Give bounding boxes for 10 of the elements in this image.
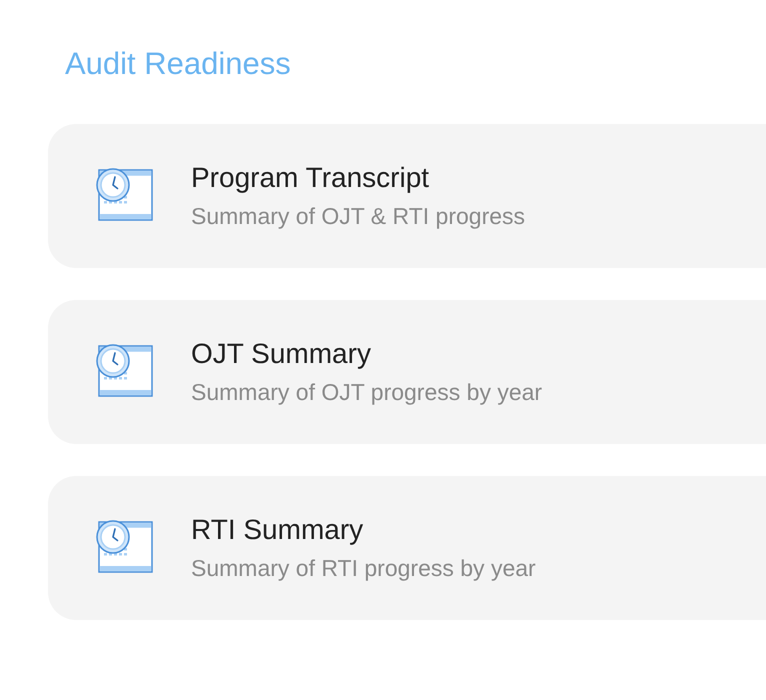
- report-title: RTI Summary: [191, 513, 364, 547]
- report-card[interactable]: OJT Summary Summary of OJT progress by year: [48, 300, 766, 444]
- report-description: Summary of OJT & RTI progress: [191, 202, 526, 231]
- report-card[interactable]: Program Transcript Summary of OJT & RTI progress: [48, 124, 766, 268]
- report-card[interactable]: RTI Summary Summary of RTI progress by year: [48, 476, 766, 620]
- report-title: OJT Summary: [191, 337, 372, 371]
- section-title: Audit Readiness: [65, 45, 292, 83]
- report-title: Program Transcript: [191, 161, 430, 195]
- report-description: Summary of RTI progress by year: [191, 554, 536, 583]
- report-description: Summary of OJT progress by year: [191, 378, 542, 407]
